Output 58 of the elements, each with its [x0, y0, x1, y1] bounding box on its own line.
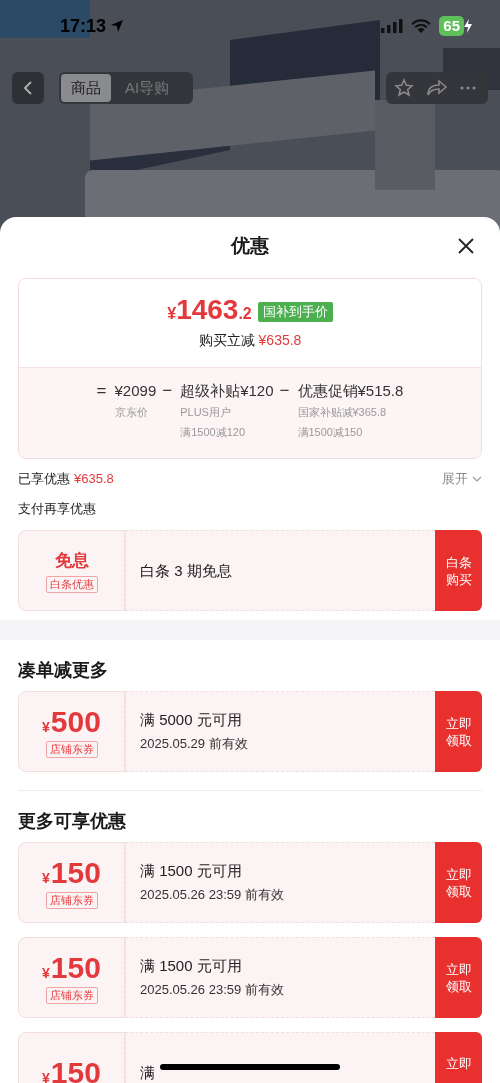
coupon-validity: 2025.05.26 23:59 前有效 — [140, 886, 285, 904]
more-icon[interactable] — [460, 86, 476, 90]
nav-tab[interactable]: 商品 — [61, 74, 111, 102]
breakdown-note: 满1500减150 — [297, 425, 364, 440]
coupon-tag: 白条优惠 — [45, 575, 98, 593]
enjoyed-label: 已享优惠 — [18, 470, 70, 489]
signal-icon — [381, 19, 404, 33]
coupon-title: 满 — [140, 1062, 155, 1083]
coupon-amount: ¥500 — [42, 705, 101, 738]
section-label: 支付再享优惠 — [18, 500, 97, 518]
sheet-title: 优惠 — [231, 233, 269, 258]
coupon-amount: ¥150 — [42, 1056, 101, 1083]
coupon-amount: ¥150 — [42, 951, 101, 984]
coupon-tag: 店铺东券 — [45, 740, 98, 758]
coupon-validity: 2025.05.29 前有效 — [140, 735, 249, 753]
section-heading: 凑单减更多 — [18, 659, 109, 682]
math-operator: − — [162, 380, 173, 402]
coupon-title: 满 1500 元可用 — [140, 956, 242, 976]
final-price: ¥1463.2 — [167, 295, 252, 326]
coupon-title: 满 5000 元可用 — [140, 710, 242, 730]
battery-level: 65 — [439, 16, 464, 36]
coupon-benefit: 免息 — [54, 549, 89, 572]
claim-button[interactable]: 立即 领取 — [435, 937, 482, 1018]
math-operator: = — [96, 380, 107, 402]
coupon-validity: 2025.05.26 23:59 前有效 — [140, 981, 285, 999]
star-icon[interactable] — [394, 78, 414, 98]
coupon-tag: 店铺东券 — [45, 986, 98, 1004]
share-icon[interactable] — [426, 79, 448, 97]
breakdown-amount: 超级补贴¥120 — [180, 381, 274, 401]
back-button[interactable] — [12, 72, 44, 104]
coupon-title: 满 1500 元可用 — [140, 861, 242, 881]
claim-button[interactable]: 立即 — [435, 1032, 482, 1083]
breakdown-note: 京东价 — [114, 405, 149, 420]
coupon-amount: ¥150 — [42, 856, 101, 889]
nav-tab[interactable]: AI导购 — [115, 74, 180, 102]
close-icon[interactable] — [458, 238, 474, 254]
breakdown-note: 满1500减120 — [180, 425, 246, 440]
claim-button[interactable]: 立即 领取 — [435, 691, 482, 772]
breakdown-amount: ¥2099 — [114, 381, 157, 401]
wifi-icon — [411, 18, 432, 34]
section-heading: 更多可享优惠 — [18, 810, 127, 833]
claim-button[interactable]: 立即 领取 — [435, 842, 482, 923]
location-arrow-icon — [110, 19, 125, 33]
status-time: 17:13 — [60, 14, 107, 38]
expand-button[interactable]: 展开 — [442, 469, 482, 489]
chevron-down-icon — [472, 476, 482, 482]
breakdown-amount: 优惠促销¥515.8 — [297, 381, 404, 401]
breakdown-note: PLUS用户 — [180, 405, 232, 420]
saving-amount: ¥635.8 — [258, 331, 302, 350]
price-badge: 国补到手价 — [257, 302, 333, 322]
breakdown-note: 国家补贴减¥365.8 — [297, 405, 388, 420]
math-operator: − — [279, 380, 290, 402]
coupon-title: 白条 3 期免息 — [140, 560, 232, 581]
enjoyed-amount: ¥635.8 — [74, 470, 114, 489]
claim-button[interactable]: 白条 购买 — [435, 530, 482, 611]
coupon-tag: 店铺东券 — [45, 891, 98, 909]
saving-label: 购买立减 — [198, 331, 255, 350]
back-icon — [23, 80, 33, 96]
